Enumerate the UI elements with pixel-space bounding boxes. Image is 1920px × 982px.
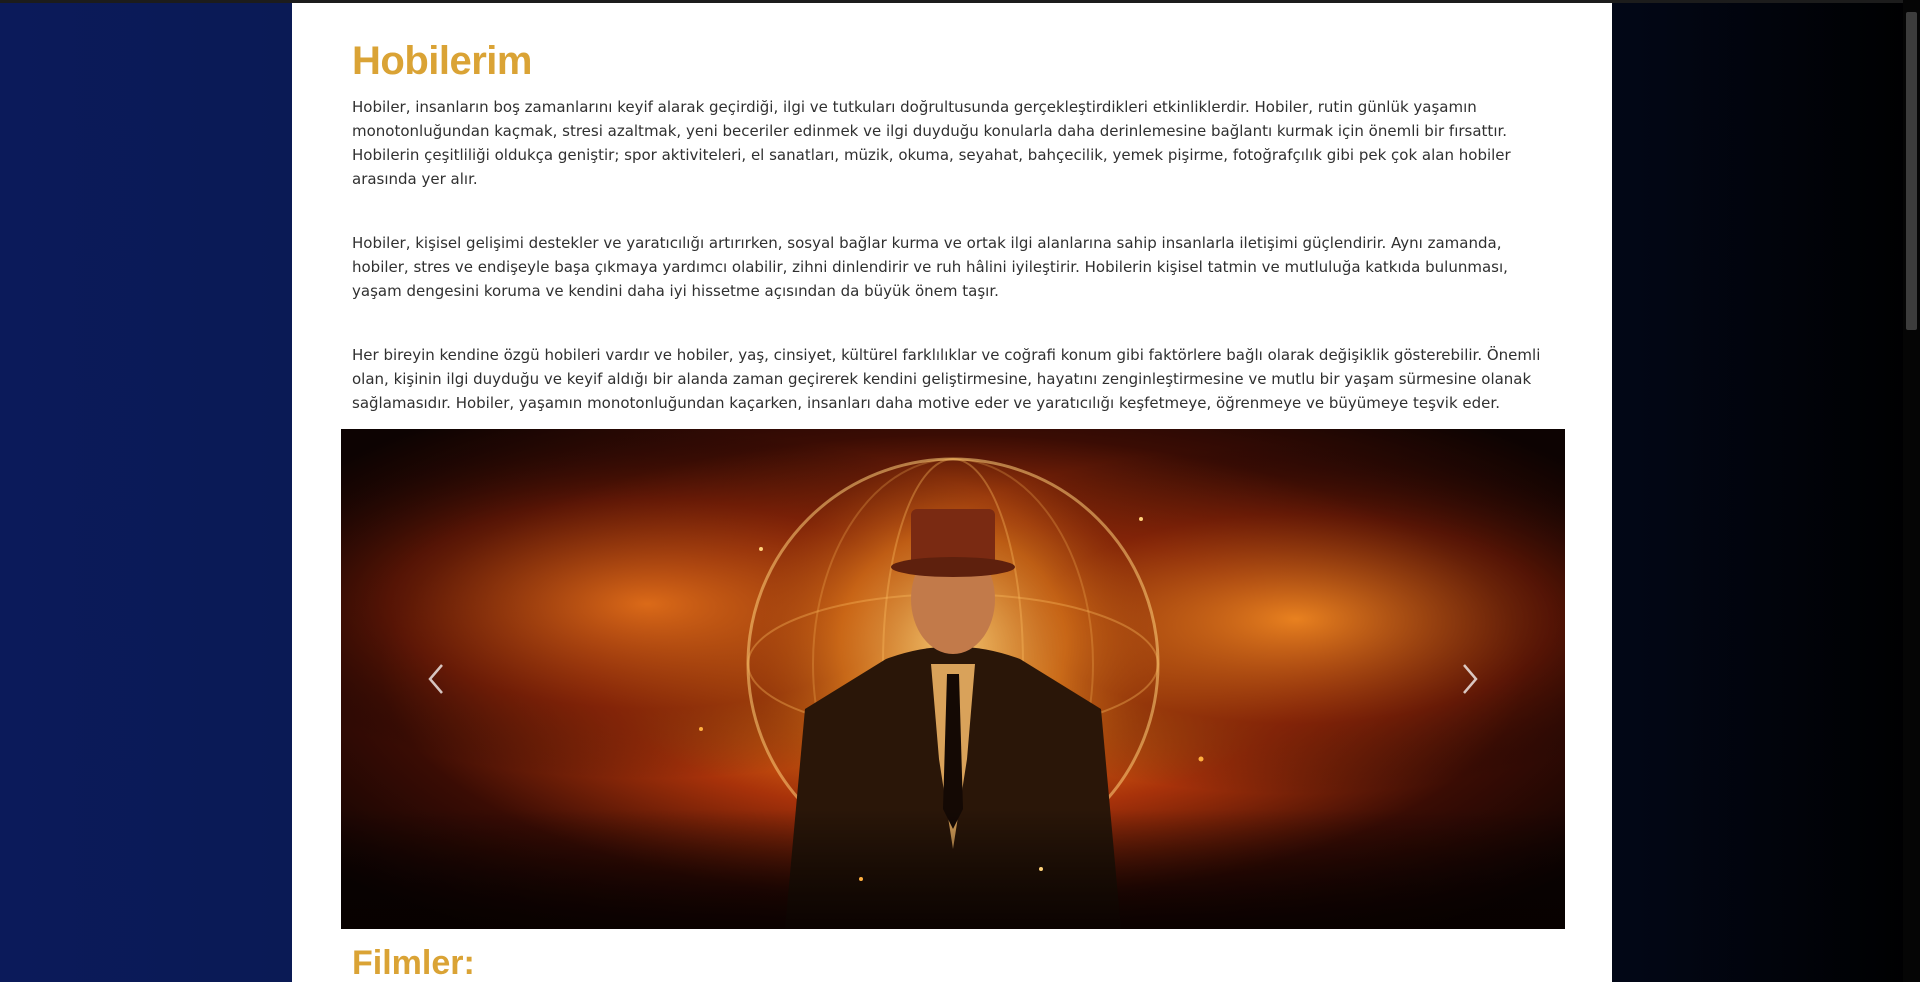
carousel-prev-button[interactable] (381, 429, 491, 929)
section-title-films: Filmler: (352, 944, 475, 982)
text-content: Hobilerim Hobiler, insanların boş zamanl… (352, 3, 1552, 415)
vertical-scrollbar[interactable] (1903, 0, 1920, 982)
carousel-next-button[interactable] (1415, 429, 1525, 929)
main-content-panel: Hobilerim Hobiler, insanların boş zamanl… (292, 3, 1612, 982)
carousel-slide-image (341, 429, 1565, 929)
image-carousel[interactable] (341, 429, 1565, 929)
paragraph-3: Her bireyin kendine özgü hobileri vardır… (352, 346, 1541, 412)
paragraph-1: Hobiler, insanların boş zamanlarını keyi… (352, 98, 1511, 188)
chevron-left-icon (428, 664, 443, 694)
scrollbar-thumb[interactable] (1906, 12, 1917, 330)
page-title: Hobilerim (352, 39, 532, 83)
paragraph-2: Hobiler, kişisel gelişimi destekler ve y… (352, 234, 1508, 300)
chevron-right-icon (1463, 664, 1478, 694)
